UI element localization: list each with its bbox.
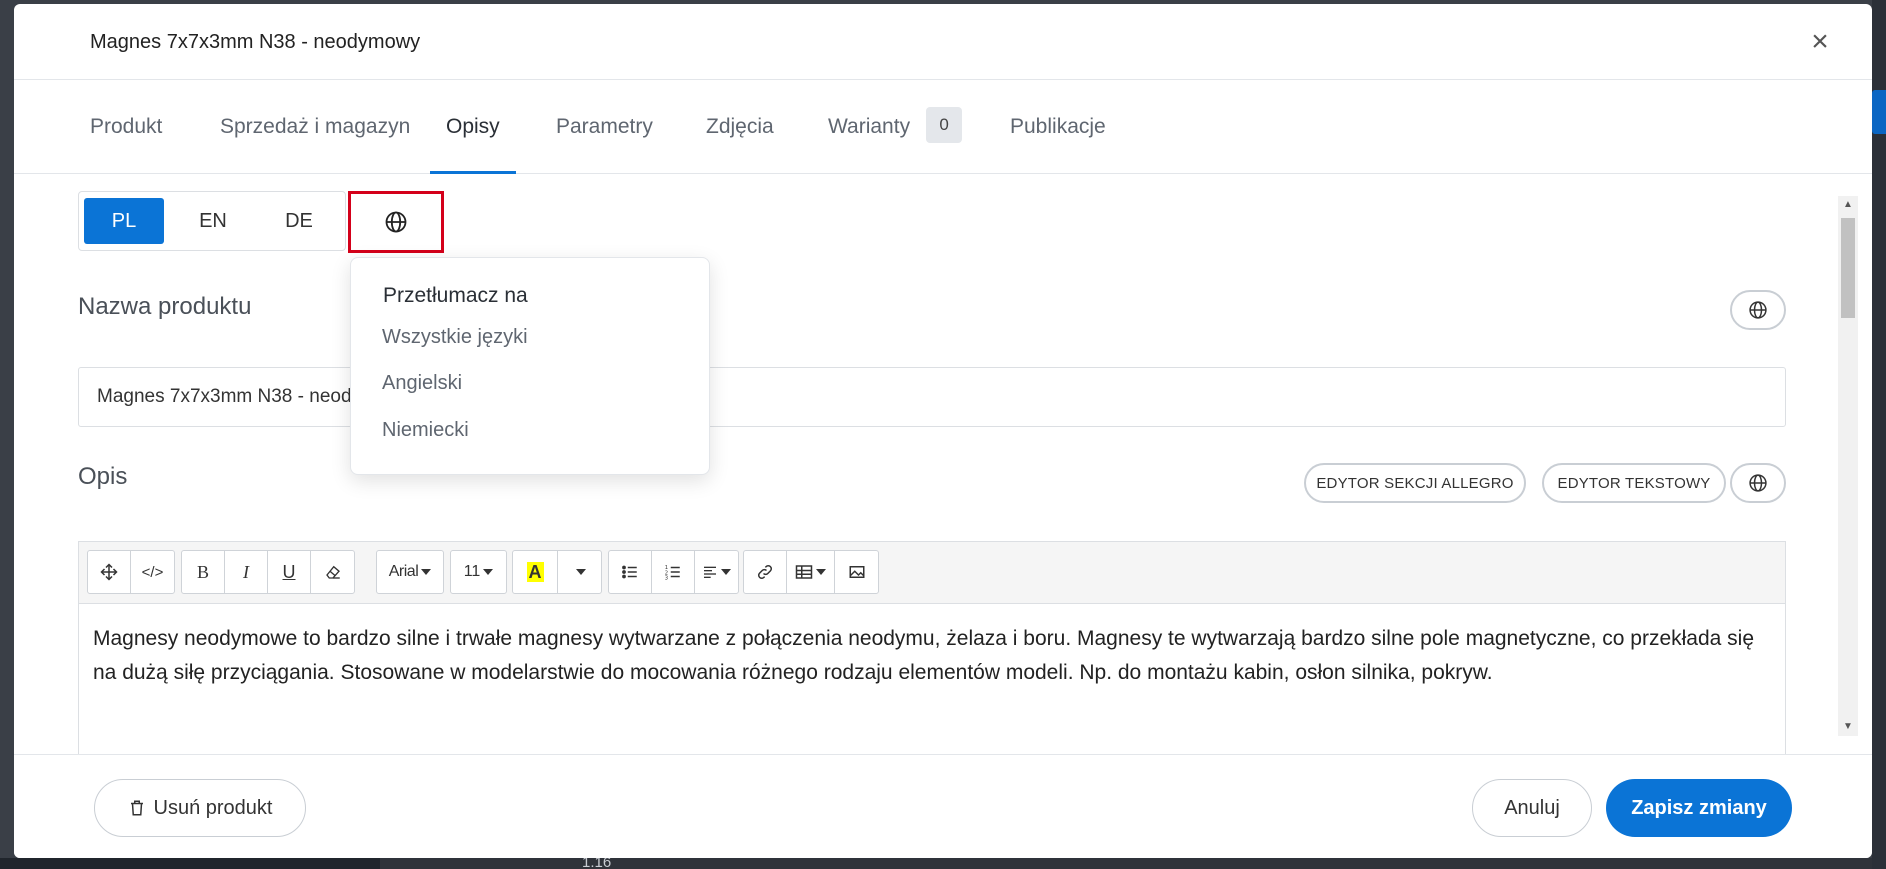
font-color-icon[interactable]: A [513, 551, 558, 593]
bullet-list-icon[interactable] [609, 551, 652, 593]
chevron-down-icon [721, 569, 731, 575]
bold-icon[interactable]: B [182, 551, 225, 593]
tab-zdjecia[interactable]: Zdjęcia [706, 80, 774, 174]
translate-english-option[interactable]: Angielski [382, 372, 462, 395]
eraser-icon[interactable] [311, 551, 354, 593]
product-name-input[interactable] [78, 367, 1786, 427]
font-size-dropdown[interactable]: 11 [451, 551, 506, 593]
allegro-section-editor-button[interactable]: EDYTOR SEKCJI ALLEGRO [1304, 463, 1526, 503]
close-button[interactable]: × [1806, 27, 1834, 57]
content-scrollbar[interactable]: ▲ ▼ [1838, 196, 1858, 736]
tab-sprzedaz-i-magazyn[interactable]: Sprzedaż i magazyn [220, 80, 410, 174]
toolbar-group-lists: 123 [608, 550, 739, 594]
translate-all-languages-option[interactable]: Wszystkie języki [382, 326, 528, 349]
tab-bar: Produkt Sprzedaż i magazyn Opisy Paramet… [14, 80, 1872, 174]
scroll-down-arrow-icon[interactable]: ▼ [1838, 718, 1858, 736]
language-de-button[interactable]: DE [259, 198, 339, 244]
font-family-dropdown[interactable]: Arial [377, 551, 443, 593]
language-pl-button[interactable]: PL [84, 198, 164, 244]
delete-product-label: Usuń produkt [153, 796, 273, 819]
variants-count-badge: 0 [926, 107, 963, 144]
background-right-edge [1872, 0, 1886, 869]
tab-publikacje[interactable]: Publikacje [1010, 80, 1106, 174]
italic-icon[interactable]: I [225, 551, 268, 593]
content-area: PL EN DE Przetłumacz na Wszystkie języki… [14, 175, 1852, 755]
align-dropdown[interactable] [695, 551, 738, 593]
scroll-up-arrow-icon[interactable]: ▲ [1838, 196, 1858, 214]
translate-dropdown: Przetłumacz na Wszystkie języki Angielsk… [350, 257, 710, 475]
product-name-label: Nazwa produktu [78, 293, 252, 320]
font-color-dropdown[interactable] [558, 551, 601, 593]
chevron-down-icon [576, 569, 586, 575]
code-view-icon[interactable]: </> [131, 551, 174, 593]
scrollbar-thumb[interactable] [1841, 218, 1855, 318]
image-icon[interactable] [835, 551, 878, 593]
cancel-button[interactable]: Anuluj [1472, 779, 1592, 837]
tab-warianty[interactable]: Warianty 0 [828, 80, 963, 174]
background-app: 1.16 [0, 854, 1886, 869]
translate-dropdown-header: Przetłumacz na [383, 284, 528, 307]
trash-icon [130, 800, 143, 816]
translate-german-option[interactable]: Niemiecki [382, 419, 469, 442]
description-translate-button[interactable] [1730, 463, 1786, 503]
underline-icon[interactable]: U [268, 551, 311, 593]
toolbar-group-format: B I U [181, 550, 355, 594]
language-switcher: PL EN DE [78, 191, 346, 251]
font-color-letter: A [526, 562, 544, 582]
globe-icon [385, 211, 407, 233]
tab-parametry[interactable]: Parametry [556, 80, 653, 174]
align-left-icon [704, 566, 716, 578]
text-editor-button[interactable]: EDYTOR TEKSTOWY [1542, 463, 1726, 503]
toolbar-group-size: 11 [450, 550, 507, 594]
svg-text:3: 3 [665, 576, 668, 582]
description-editor: </> B I U Arial 11 A 1 2 3 Magnesy neody… [78, 541, 1786, 755]
editor-toolbar: </> B I U Arial 11 A 1 2 3 [79, 542, 1785, 604]
globe-icon [1749, 301, 1767, 319]
save-changes-button[interactable]: Zapisz zmiany [1606, 779, 1792, 837]
toolbar-group-view: </> [87, 550, 175, 594]
delete-product-button[interactable]: Usuń produkt [94, 779, 306, 837]
numbered-list-icon[interactable]: 123 [652, 551, 695, 593]
chevron-down-icon [421, 569, 432, 575]
translate-button[interactable] [348, 191, 444, 253]
tab-opisy[interactable]: Opisy [430, 80, 516, 174]
description-label: Opis [78, 463, 128, 490]
description-text[interactable]: Magnesy neodymowe to bardzo silne i trwa… [93, 622, 1773, 690]
table-icon [795, 565, 813, 579]
chevron-down-icon [483, 569, 494, 575]
modal-footer: Usuń produkt Anuluj Zapisz zmiany [14, 754, 1872, 858]
modal-header: Magnes 7x7x3mm N38 - neodymowy × [14, 4, 1872, 80]
move-icon[interactable] [88, 551, 131, 593]
toolbar-group-insert [743, 550, 879, 594]
background-accent [1872, 90, 1886, 134]
font-family-value: Arial [388, 563, 419, 580]
background-panel [0, 858, 380, 869]
globe-icon [1749, 474, 1767, 492]
tab-produkt[interactable]: Produkt [90, 80, 162, 174]
product-name-translate-button[interactable] [1730, 290, 1786, 330]
language-en-button[interactable]: EN [173, 198, 253, 244]
chevron-down-icon [816, 569, 826, 575]
link-icon[interactable] [744, 551, 787, 593]
modal-title: Magnes 7x7x3mm N38 - neodymowy [90, 31, 421, 53]
product-edit-modal: Magnes 7x7x3mm N38 - neodymowy × Produkt… [14, 4, 1872, 858]
toolbar-group-font: Arial [376, 550, 444, 594]
table-dropdown[interactable] [787, 551, 835, 593]
toolbar-group-color: A [512, 550, 602, 594]
tab-warianty-label: Warianty [828, 115, 911, 138]
font-size-value: 11 [463, 563, 481, 580]
